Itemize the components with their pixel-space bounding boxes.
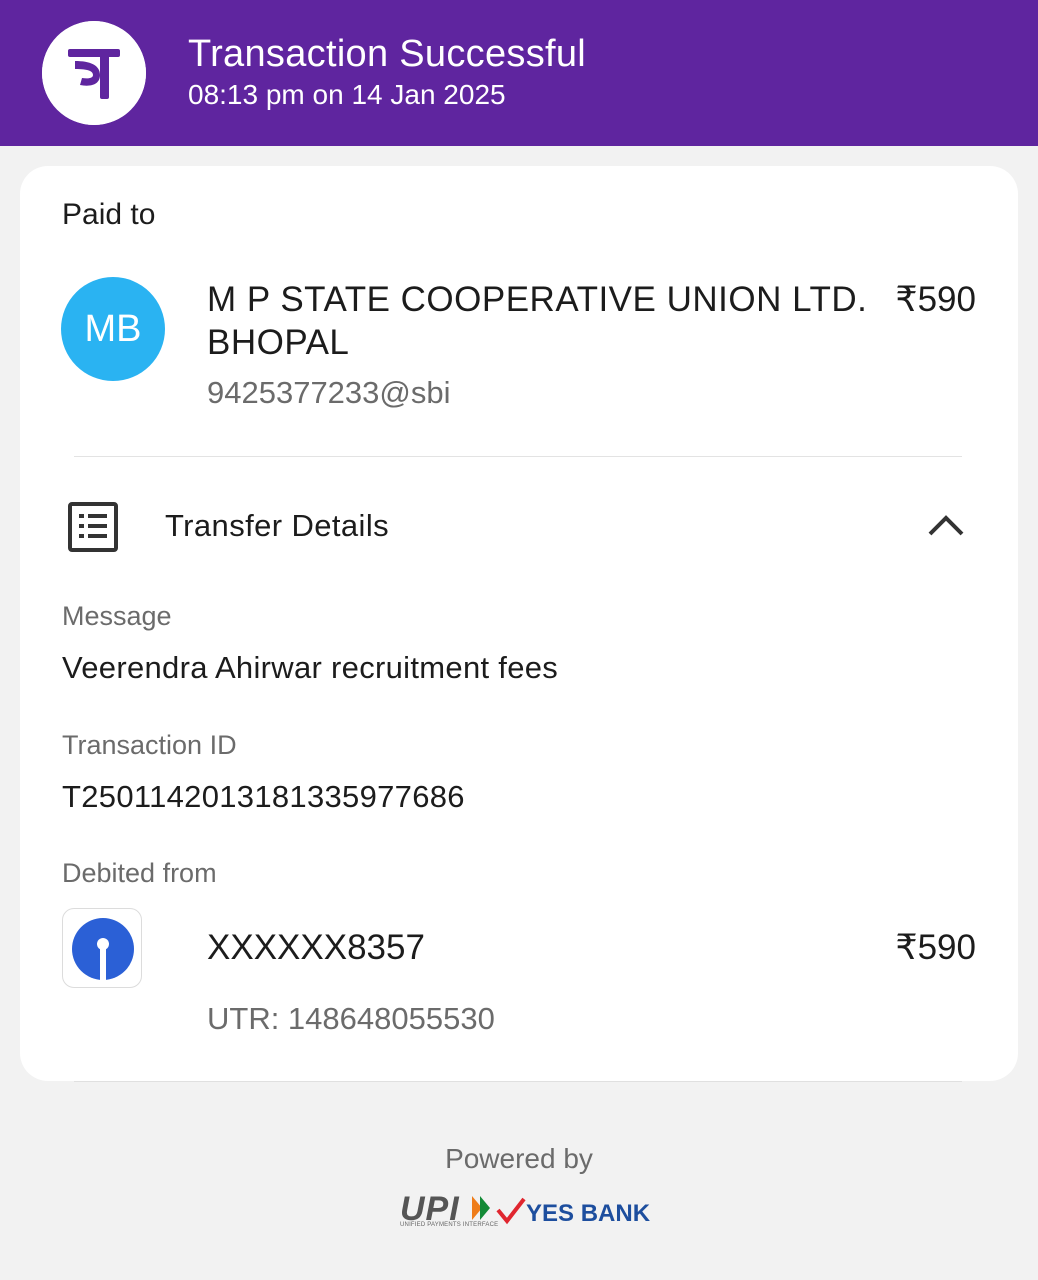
transaction-id-label: Transaction ID bbox=[62, 730, 237, 760]
avatar-initials: MB bbox=[84, 307, 142, 350]
message-label: Message bbox=[62, 601, 172, 631]
message-value: Veerendra Ahirwar recruitment fees bbox=[62, 650, 559, 685]
receipt-list-icon bbox=[68, 502, 118, 557]
partner-logos: UPI UNIFIED PAYMENTS INTERFACE YES BANK bbox=[398, 1190, 650, 1232]
yes-bank-tick-icon bbox=[496, 1196, 526, 1231]
powered-by-label: Powered by bbox=[445, 1143, 593, 1174]
divider bbox=[74, 1081, 962, 1082]
yes-bank-logo: YES BANK bbox=[526, 1200, 651, 1227]
divider bbox=[74, 456, 962, 457]
payee-name: M P STATE COOPERATIVE UNION LTD. BHOPAL bbox=[207, 280, 868, 362]
debit-amount: ₹590 bbox=[895, 928, 976, 967]
paid-to-label: Paid to bbox=[62, 198, 156, 231]
avatar: MB bbox=[61, 277, 165, 381]
debited-from-label: Debited from bbox=[62, 858, 217, 888]
utr-number[interactable]: UTR: 148648055530 bbox=[207, 1001, 495, 1037]
transaction-timestamp: 08:13 pm on 14 Jan 2025 bbox=[188, 79, 506, 110]
page-title: Transaction Successful bbox=[188, 33, 587, 75]
account-number: XXXXXX8357 bbox=[207, 928, 425, 967]
chevron-up-icon[interactable] bbox=[926, 512, 966, 543]
header-bar: Transaction Successful 08:13 pm on 14 Ja… bbox=[0, 0, 1038, 146]
transaction-id-value[interactable]: T2501142013181335977686 bbox=[62, 779, 465, 815]
transfer-details-toggle[interactable]: Transfer Details bbox=[165, 508, 389, 544]
payee-upi-id: 9425377233@sbi bbox=[207, 375, 451, 410]
payee-amount: ₹590 bbox=[895, 280, 976, 319]
transaction-card: Paid to MB M P STATE COOPERATIVE UNION L… bbox=[20, 166, 1018, 1081]
sbi-logo-icon bbox=[62, 908, 142, 988]
upi-arrow-icon bbox=[470, 1194, 494, 1227]
phonepe-logo-icon bbox=[42, 21, 146, 125]
